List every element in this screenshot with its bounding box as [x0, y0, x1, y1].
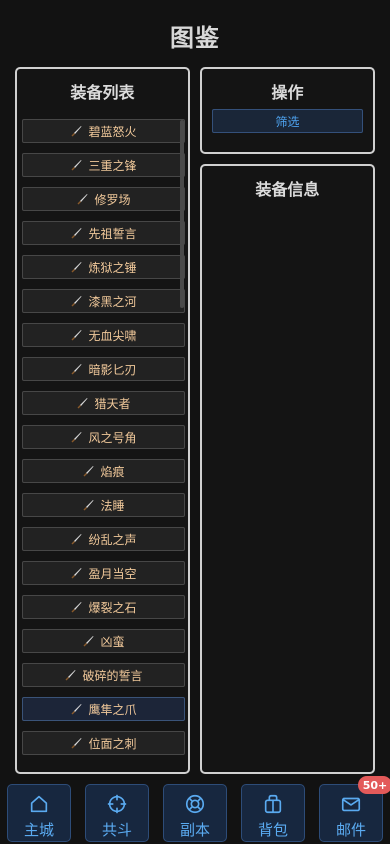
- equipment-name: 无血尖啸: [88, 328, 137, 343]
- equipment-list-item[interactable]: 焰痕: [22, 459, 185, 483]
- equipment-name: 炼狱之锤: [88, 260, 137, 275]
- dagger-icon: [70, 329, 88, 341]
- equipment-name: 风之号角: [88, 430, 137, 445]
- dagger-icon: [70, 363, 88, 375]
- equipment-list-item[interactable]: 爆裂之石: [22, 595, 185, 619]
- equipment-name: 法睡: [100, 498, 125, 513]
- equipment-info-panel: 装备信息: [200, 164, 375, 774]
- nav-coop-button[interactable]: 共斗: [85, 784, 149, 842]
- nav-mail-label: 邮件: [335, 821, 366, 839]
- equipment-list-item[interactable]: 风之号角: [22, 425, 185, 449]
- equipment-name: 盈月当空: [88, 566, 137, 581]
- equipment-name: 凶蛮: [100, 634, 125, 649]
- nav-dungeon-label: 副本: [179, 821, 210, 839]
- equipment-list-item[interactable]: 修罗场: [22, 187, 185, 211]
- dagger-icon: [82, 635, 100, 647]
- dagger-icon: [70, 261, 88, 273]
- equipment-name: 焰痕: [100, 464, 125, 479]
- nav-bag-button[interactable]: 背包: [241, 784, 305, 842]
- equipment-info-title: 装备信息: [255, 180, 320, 199]
- equipment-list-item[interactable]: 纷乱之声: [22, 527, 185, 551]
- mail-icon: [341, 797, 361, 812]
- equipment-name: 漆黑之河: [88, 294, 137, 309]
- nav-home-label: 主城: [23, 821, 54, 839]
- equipment-name: 纷乱之声: [88, 532, 137, 547]
- dagger-icon: [70, 703, 88, 715]
- equipment-name: 位面之刺: [88, 736, 137, 751]
- equipment-list-item[interactable]: 炼狱之锤: [22, 255, 185, 279]
- equipment-name: 猎天者: [94, 396, 131, 411]
- nav-bag-label: 背包: [257, 821, 288, 839]
- mail-badge: 50+: [358, 776, 390, 794]
- page-title: 图鉴: [170, 24, 220, 52]
- home-icon: [30, 795, 48, 813]
- dagger-icon: [70, 533, 88, 545]
- dagger-icon: [82, 465, 100, 477]
- bottom-nav: 主城 共斗 副本 背包 邮件 50+: [0, 776, 390, 844]
- dagger-icon: [70, 737, 88, 749]
- equipment-list-item[interactable]: 先祖誓言: [22, 221, 185, 245]
- dagger-icon: [70, 125, 88, 137]
- equipment-name: 暗影匕刃: [88, 362, 137, 377]
- dagger-icon: [76, 397, 94, 409]
- dagger-icon: [70, 159, 88, 171]
- dagger-icon: [76, 193, 94, 205]
- equipment-list-item[interactable]: 猎天者: [22, 391, 185, 415]
- equipment-list-item[interactable]: 漆黑之河: [22, 289, 185, 313]
- nav-home-button[interactable]: 主城: [7, 784, 71, 842]
- dagger-icon: [70, 431, 88, 443]
- equipment-list-item[interactable]: 鹰隼之爪: [22, 697, 185, 721]
- equipment-list-scrollbar[interactable]: [180, 120, 184, 308]
- dagger-icon: [70, 601, 88, 613]
- equipment-name: 三重之锋: [88, 158, 137, 173]
- equipment-name: 修罗场: [94, 192, 131, 207]
- operations-panel: 操作 筛选: [200, 67, 375, 154]
- equipment-list-item[interactable]: 位面之刺: [22, 731, 185, 755]
- dagger-icon: [82, 499, 100, 511]
- operations-title: 操作: [271, 83, 304, 102]
- equipment-list-item[interactable]: 凶蛮: [22, 629, 185, 653]
- equipment-name: 碧蓝怒火: [88, 124, 137, 139]
- equipment-list[interactable]: 碧蓝怒火三重之锋修罗场先祖誓言炼狱之锤漆黑之河无血尖啸暗影匕刃猎天者风之号角焰痕…: [22, 119, 185, 765]
- equipment-list-item[interactable]: 三重之锋: [22, 153, 185, 177]
- equipment-list-item[interactable]: 暗影匕刃: [22, 357, 185, 381]
- equipment-list-title: 装备列表: [70, 83, 135, 102]
- equipment-list-item[interactable]: 破碎的誓言: [22, 663, 185, 687]
- equipment-list-item[interactable]: 法睡: [22, 493, 185, 517]
- dagger-icon: [64, 669, 82, 681]
- equipment-list-panel: 装备列表 碧蓝怒火三重之锋修罗场先祖誓言炼狱之锤漆黑之河无血尖啸暗影匕刃猎天者风…: [15, 67, 190, 774]
- filter-button[interactable]: 筛选: [212, 109, 363, 133]
- dagger-icon: [70, 227, 88, 239]
- lifebuoy-icon: [185, 794, 205, 814]
- equipment-name: 鹰隼之爪: [88, 702, 137, 717]
- equipment-list-item[interactable]: 无血尖啸: [22, 323, 185, 347]
- nav-dungeon-button[interactable]: 副本: [163, 784, 227, 842]
- dagger-icon: [70, 295, 88, 307]
- equipment-name: 先祖誓言: [88, 226, 137, 241]
- nav-coop-label: 共斗: [101, 821, 132, 839]
- equipment-list-item[interactable]: 碧蓝怒火: [22, 119, 185, 143]
- crosshair-icon: [107, 794, 127, 814]
- equipment-name: 爆裂之石: [88, 600, 137, 615]
- equipment-list-item[interactable]: 盈月当空: [22, 561, 185, 585]
- equipment-name: 破碎的誓言: [82, 668, 143, 683]
- bag-icon: [264, 794, 282, 814]
- dagger-icon: [70, 567, 88, 579]
